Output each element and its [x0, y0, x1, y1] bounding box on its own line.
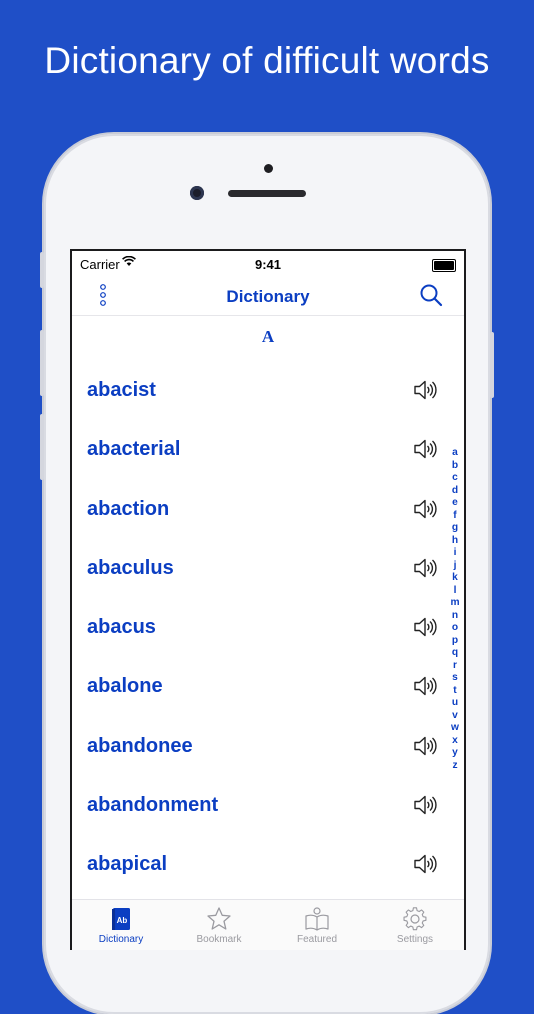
index-letter[interactable]: h: [452, 535, 458, 548]
index-letter[interactable]: c: [452, 472, 458, 485]
index-letter[interactable]: v: [452, 710, 458, 723]
index-letter[interactable]: w: [451, 722, 459, 735]
promo-headline: Dictionary of difficult words: [44, 40, 490, 81]
index-letter[interactable]: f: [453, 510, 456, 523]
list-item[interactable]: abapical: [72, 836, 464, 895]
index-letter[interactable]: u: [452, 697, 458, 710]
index-letter[interactable]: r: [453, 660, 457, 673]
gear-icon: [402, 906, 428, 932]
index-letter[interactable]: t: [453, 685, 456, 698]
power-button: [490, 332, 494, 398]
app-screen: Carrier 9:41 Dictionary A abacist abacter…: [70, 249, 466, 950]
index-letter[interactable]: b: [452, 460, 458, 473]
dictionary-book-icon: Ab: [108, 906, 134, 932]
list-item[interactable]: abacist: [72, 362, 464, 421]
speaker-icon[interactable]: [412, 673, 438, 699]
list-item[interactable]: abacterial: [72, 421, 464, 480]
word-label: abacus: [87, 616, 156, 639]
open-book-icon: [304, 906, 330, 932]
index-letter[interactable]: d: [452, 485, 458, 498]
search-icon[interactable]: [418, 282, 444, 308]
battery-icon: [432, 259, 456, 272]
index-letter[interactable]: y: [452, 747, 458, 760]
speaker-icon[interactable]: [412, 733, 438, 759]
list-item[interactable]: abacus: [72, 599, 464, 658]
index-letter[interactable]: m: [450, 597, 459, 610]
index-letter[interactable]: q: [452, 647, 458, 660]
list-item[interactable]: abaculus: [72, 540, 464, 599]
speaker-icon[interactable]: [412, 555, 438, 581]
word-label: abandonment: [87, 794, 219, 817]
tab-label: Featured: [296, 934, 338, 945]
tab-label: Dictionary: [98, 934, 144, 945]
index-letter[interactable]: a: [452, 447, 458, 460]
tab-dictionary[interactable]: Ab Dictionary: [72, 900, 170, 950]
index-letter[interactable]: j: [454, 560, 457, 573]
index-letter[interactable]: l: [454, 585, 457, 598]
speaker-icon[interactable]: [412, 436, 438, 462]
index-letter[interactable]: n: [452, 610, 458, 623]
tab-bookmark[interactable]: Bookmark: [170, 900, 268, 950]
navigation-bar: Dictionary: [72, 279, 464, 316]
star-icon: [206, 906, 232, 932]
status-bar: Carrier 9:41: [72, 251, 464, 279]
speaker-icon[interactable]: [412, 614, 438, 640]
word-label: abacterial: [87, 438, 181, 461]
speaker-icon[interactable]: [412, 496, 438, 522]
index-letter[interactable]: g: [452, 522, 458, 535]
section-header: A: [261, 327, 275, 346]
front-camera: [190, 186, 204, 200]
mute-switch: [40, 252, 44, 288]
volume-up-button: [40, 330, 44, 396]
index-letter[interactable]: x: [452, 735, 458, 748]
word-label: abapical: [87, 853, 168, 876]
word-label: abacist: [87, 379, 156, 401]
tab-featured[interactable]: Featured: [268, 900, 366, 950]
tab-settings[interactable]: Settings: [366, 900, 464, 950]
index-letter[interactable]: i: [454, 547, 457, 560]
list-item[interactable]: abaction: [72, 481, 464, 540]
word-list: abacist abacterial abaction abaculus abacus a…: [72, 362, 464, 896]
status-time: 9:41: [254, 257, 282, 272]
word-label: abalone: [87, 675, 163, 698]
index-letter[interactable]: p: [452, 635, 458, 648]
speaker-icon[interactable]: [412, 851, 438, 877]
alphabet-index[interactable]: abcdefghijklmnopqrstuvwxyz: [448, 447, 462, 772]
speaker-icon[interactable]: [412, 377, 438, 403]
word-label: abaction: [87, 497, 170, 520]
tab-label: Settings: [396, 934, 434, 945]
earpiece-speaker: [228, 190, 306, 197]
tab-bar: Ab Dictionary Bookmark Featured Settings: [72, 899, 464, 950]
page-title: Dictionary: [226, 287, 310, 306]
list-item[interactable]: abandonee: [72, 718, 464, 777]
tab-label: Bookmark: [196, 934, 242, 945]
index-letter[interactable]: k: [452, 572, 458, 585]
list-item[interactable]: abandonment: [72, 777, 464, 836]
list-item[interactable]: abalone: [72, 658, 464, 717]
index-letter[interactable]: o: [452, 622, 458, 635]
volume-down-button: [40, 414, 44, 480]
index-letter[interactable]: e: [452, 497, 458, 510]
word-label: abandonee: [87, 734, 193, 757]
speaker-icon[interactable]: [412, 792, 438, 818]
index-letter[interactable]: s: [452, 672, 458, 685]
index-letter[interactable]: z: [452, 760, 457, 773]
svg-text:Ab: Ab: [117, 916, 128, 925]
word-label: abaculus: [87, 556, 174, 579]
proximity-sensor: [264, 164, 273, 173]
